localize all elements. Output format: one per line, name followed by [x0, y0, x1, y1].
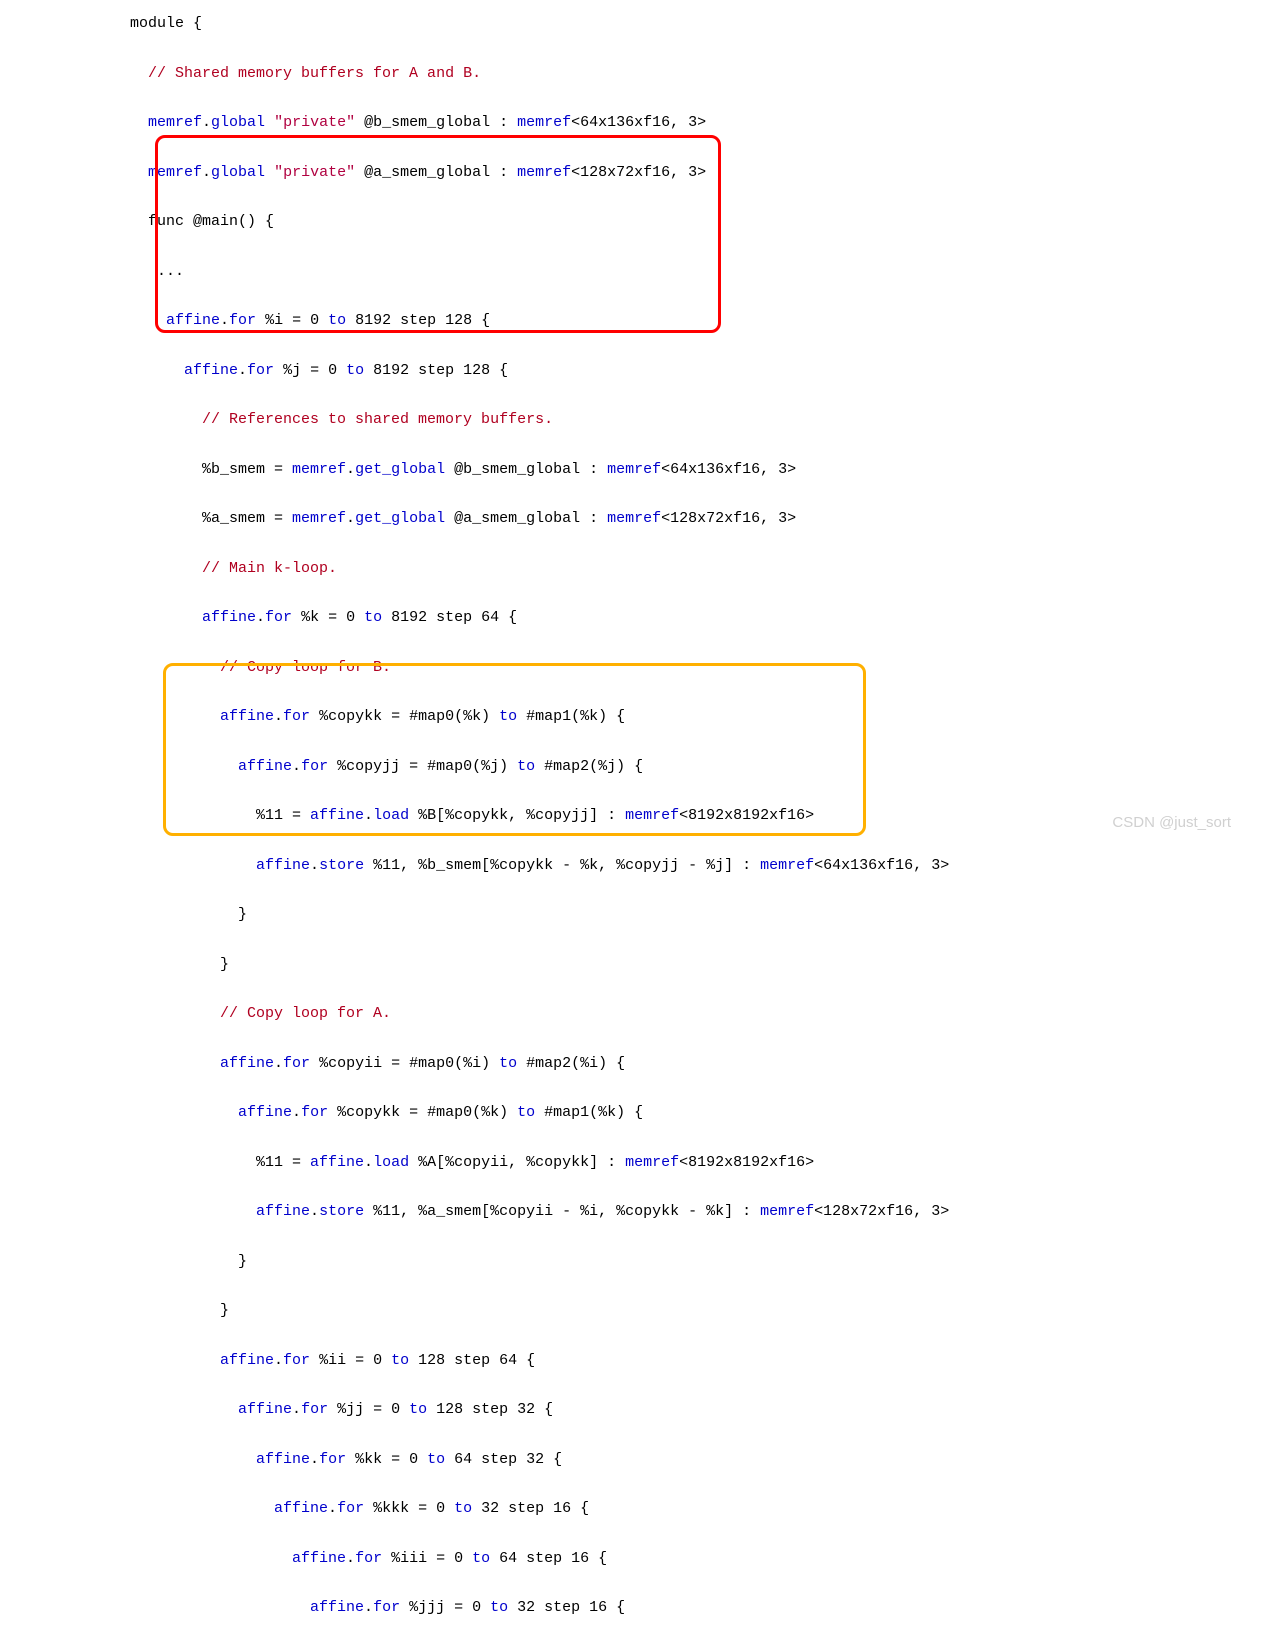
code-line: module {: [0, 12, 1261, 37]
code-line: affine.for %i = 0 to 8192 step 128 {: [0, 309, 1261, 334]
code-line: affine.for %copyii = #map0(%i) to #map2(…: [0, 1052, 1261, 1077]
code-line: }: [0, 1299, 1261, 1324]
comment: // Main k-loop.: [202, 560, 337, 577]
comment: // Shared memory buffers for A and B.: [148, 65, 481, 82]
code-line: // Copy loop for B.: [0, 656, 1261, 681]
code-line: affine.for %jjj = 0 to 32 step 16 {: [0, 1596, 1261, 1621]
code-line: }: [0, 903, 1261, 928]
code-line: // Main k-loop.: [0, 557, 1261, 582]
code-line: %11 = affine.load %A[%copyii, %copykk] :…: [0, 1151, 1261, 1176]
text: module {: [130, 15, 202, 32]
code-line: affine.for %copyjj = #map0(%j) to #map2(…: [0, 755, 1261, 780]
code-line: affine.store %11, %a_smem[%copyii - %i, …: [0, 1200, 1261, 1225]
code-line: // Copy loop for A.: [0, 1002, 1261, 1027]
code-line: affine.for %iii = 0 to 64 step 16 {: [0, 1547, 1261, 1572]
code-line: func @main() {: [0, 210, 1261, 235]
comment: // Copy loop for B.: [220, 659, 391, 676]
comment: // Copy loop for A.: [220, 1005, 391, 1022]
code-line: }: [0, 953, 1261, 978]
code-line: %11 = affine.load %B[%copykk, %copyjj] :…: [0, 804, 1261, 829]
code-line: %b_smem = memref.get_global @b_smem_glob…: [0, 458, 1261, 483]
code-line: affine.for %k = 0 to 8192 step 64 {: [0, 606, 1261, 631]
code-line: affine.for %copykk = #map0(%k) to #map1(…: [0, 1101, 1261, 1126]
code-line: affine.for %kkk = 0 to 32 step 16 {: [0, 1497, 1261, 1522]
code-block: module { // Shared memory buffers for A …: [0, 12, 1261, 1646]
code-line: affine.for %kk = 0 to 64 step 32 {: [0, 1448, 1261, 1473]
code-line: // Shared memory buffers for A and B.: [0, 62, 1261, 87]
code-line: affine.for %jj = 0 to 128 step 32 {: [0, 1398, 1261, 1423]
code-line: affine.store %11, %b_smem[%copykk - %k, …: [0, 854, 1261, 879]
code-line: }: [0, 1250, 1261, 1275]
code-line: affine.for %copykk = #map0(%k) to #map1(…: [0, 705, 1261, 730]
code-line: memref.global "private" @a_smem_global :…: [0, 161, 1261, 186]
code-line: affine.for %j = 0 to 8192 step 128 {: [0, 359, 1261, 384]
code-line: // References to shared memory buffers.: [0, 408, 1261, 433]
code-line: %a_smem = memref.get_global @a_smem_glob…: [0, 507, 1261, 532]
code-line: ...: [0, 260, 1261, 285]
code-line: affine.for %ii = 0 to 128 step 64 {: [0, 1349, 1261, 1374]
comment: // References to shared memory buffers.: [202, 411, 553, 428]
code-line: memref.global "private" @b_smem_global :…: [0, 111, 1261, 136]
